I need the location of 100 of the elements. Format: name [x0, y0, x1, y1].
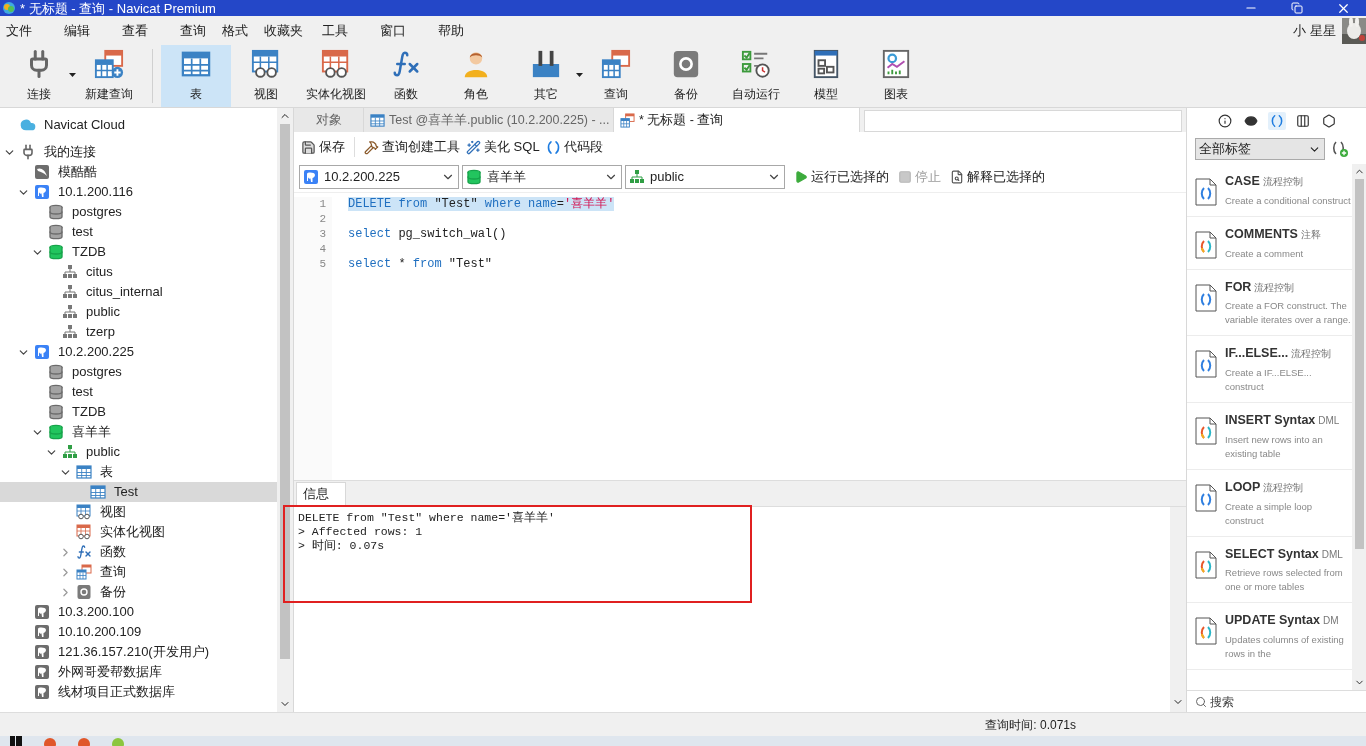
toolbar-button[interactable]: 视图	[231, 45, 301, 107]
menu-item[interactable]: 工具	[316, 18, 374, 43]
editor-tab[interactable]: * 无标题 - 查询	[614, 108, 860, 132]
run-toolbar-button[interactable]: 运行已选择的	[794, 165, 889, 189]
snippet-item[interactable]: IF...ELSE... 流程控制 Create a IF...ELSE... construct	[1187, 336, 1352, 403]
tree-item[interactable]: 查询	[0, 562, 278, 582]
menu-item[interactable]: 查看	[116, 18, 174, 43]
tree-item[interactable]: 视图	[0, 502, 278, 522]
database-icon	[48, 364, 64, 380]
tree-item[interactable]: 10.1.200.116	[0, 182, 278, 202]
toolbar-button[interactable]: 函数	[371, 45, 441, 107]
tree-item[interactable]: test	[0, 382, 278, 402]
tree-item[interactable]: public	[0, 442, 278, 462]
editor-toolbar-button[interactable]: 查询创建工具	[363, 135, 461, 159]
tree-item[interactable]: 10.10.200.109	[0, 622, 278, 642]
tree-item[interactable]: citus	[0, 262, 278, 282]
connection-dropdown[interactable]: public	[625, 165, 785, 189]
caret-icon[interactable]	[69, 73, 76, 77]
eye-icon	[1243, 114, 1258, 128]
tables-icon	[76, 564, 92, 580]
run-toolbar-button[interactable]: 解释已选择的	[950, 165, 1045, 189]
tree-item[interactable]: postgres	[0, 362, 278, 382]
app-logo-icon	[2, 1, 16, 15]
editor-tab[interactable]: 对象	[294, 108, 364, 132]
menu-item[interactable]: 收藏夹	[258, 18, 316, 43]
add-snippet-icon[interactable]	[1331, 140, 1349, 158]
snippet-item[interactable]: CASE 流程控制 Create a conditional construct	[1187, 164, 1352, 217]
tree-item[interactable]: Test	[0, 482, 278, 502]
editor-toolbar-button[interactable]: 代码段	[544, 135, 604, 159]
tree-item[interactable]: postgres	[0, 202, 278, 222]
snippet-description: Create a comment	[1225, 246, 1305, 261]
menu-item[interactable]: 帮助	[432, 18, 490, 43]
connection-dropdown[interactable]: 10.2.200.225	[299, 165, 459, 189]
tree-item[interactable]: 121.36.157.210(开发用户)	[0, 642, 278, 662]
tree-item[interactable]: 喜羊羊	[0, 422, 278, 442]
snippet-tag: 注释	[1300, 226, 1321, 242]
tree-item[interactable]: TZDB	[0, 242, 278, 262]
results-tab[interactable]: 信息	[296, 482, 346, 506]
search-field[interactable]: 搜索	[1210, 692, 1350, 711]
connection-dropdown[interactable]: 喜羊羊	[462, 165, 622, 189]
tree-item[interactable]: 模酷酷	[0, 162, 278, 182]
play-icon	[794, 170, 808, 184]
tree-item[interactable]: public	[0, 302, 278, 322]
toolbar-button[interactable]: 模型	[791, 45, 861, 107]
caret-icon[interactable]	[576, 73, 583, 77]
toolbar-button[interactable]: 查询	[581, 45, 651, 107]
scrollbar[interactable]	[1170, 507, 1186, 712]
menu-item[interactable]: 编辑	[58, 18, 116, 43]
tree-item[interactable]: citus_internal	[0, 282, 278, 302]
tree-item[interactable]: 10.3.200.100	[0, 602, 278, 622]
snippet-item[interactable]: UPDATE Syntax DM Updates columns of existing rows in the	[1187, 603, 1352, 670]
scrollbar[interactable]	[1352, 164, 1366, 690]
tree-item[interactable]: 线材项目正式数据库	[0, 682, 278, 702]
tree-item[interactable]: 备份	[0, 582, 278, 602]
toolbar-button[interactable]: 自动运行	[721, 45, 791, 107]
toolbar-button[interactable]: 角色	[441, 45, 511, 107]
scrollbar[interactable]	[277, 108, 293, 712]
tree-item[interactable]: 我的连接	[0, 142, 278, 162]
editor-tab[interactable]: Test @喜羊羊.public (10.2.200.225) - ...	[364, 108, 614, 132]
toolbar-button[interactable]: 备份	[651, 45, 721, 107]
menu-item[interactable]: 格式	[216, 18, 258, 43]
snippet-description: Create a IF...ELSE... construct	[1225, 366, 1313, 394]
snippet-item[interactable]: INSERT Syntax DML Insert new rows into an existing table	[1187, 403, 1352, 470]
table-icon	[181, 49, 211, 79]
tree-item[interactable]: test	[0, 222, 278, 242]
menu-item[interactable]: 文件	[0, 18, 58, 43]
snippet-item[interactable]: SELECT Syntax DML Retrieve rows selected from one or more tables	[1187, 536, 1352, 604]
scroll-thumb[interactable]	[1354, 179, 1364, 549]
tree-item[interactable]: 实体化视图	[0, 522, 278, 542]
toolbar-button[interactable]: 图表	[861, 45, 931, 107]
chart-icon	[881, 49, 911, 79]
tag-filter-dropdown[interactable]: 全部标签	[1195, 138, 1325, 160]
tree-item[interactable]: 10.2.200.225	[0, 342, 278, 362]
menu-item[interactable]: 查询	[174, 18, 216, 43]
tree-item[interactable]: Navicat Cloud	[0, 113, 278, 137]
scroll-thumb[interactable]	[280, 124, 290, 659]
toolbar-button[interactable]: 实体化视图	[301, 45, 371, 107]
database-icon	[466, 169, 482, 185]
snippet-item[interactable]: COMMENTS 注释 Create a comment	[1187, 216, 1352, 270]
restore-icon[interactable]	[1291, 2, 1303, 14]
snippet-item[interactable]: FOR 流程控制 Create a FOR construct. The variable iterates over a range.	[1187, 269, 1352, 337]
restore-icon	[76, 584, 92, 600]
toolbar-button[interactable]: 表	[161, 45, 231, 107]
editor-toolbar-button[interactable]: 保存	[300, 135, 346, 159]
tree-item[interactable]: TZDB	[0, 402, 278, 422]
tree-item[interactable]: 外网哥爱帮数据库	[0, 662, 278, 682]
toolbar-button[interactable]: 连接	[4, 45, 74, 107]
tree-item[interactable]: 表	[0, 462, 278, 482]
editor-toolbar-button[interactable]: 美化 SQL	[465, 135, 541, 159]
browser-icon[interactable]	[78, 736, 90, 746]
database-icon	[48, 204, 64, 220]
tree-item[interactable]: 函数	[0, 542, 278, 562]
tree-item[interactable]: tzerp	[0, 322, 278, 342]
menu-item[interactable]: 窗口	[374, 18, 432, 43]
snippet-item[interactable]: LOOP 流程控制 Create a simple loop construct	[1187, 469, 1352, 537]
code-editor[interactable]: 1 2 3 4 5 DELETE from "Test" where name='喜羊羊' select pg_switch_wal() select * from "Test"	[294, 192, 1186, 480]
toolbar-button[interactable]: 其它	[511, 45, 581, 107]
windows-logo-icon[interactable]	[10, 736, 22, 746]
browser-icon[interactable]	[44, 736, 56, 746]
toolbar-button[interactable]: 新建查询	[74, 45, 144, 107]
